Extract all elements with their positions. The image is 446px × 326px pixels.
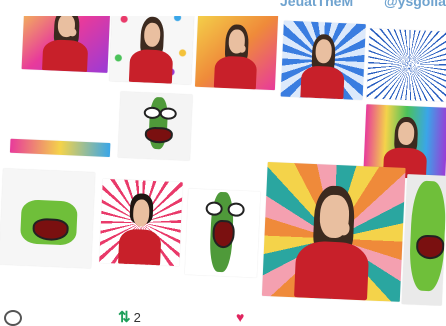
photo-celery-monster[interactable] [0, 168, 96, 269]
reply-icon [4, 310, 22, 326]
photo-boy-cucumber[interactable] [99, 178, 183, 267]
mention-link-2[interactable]: @ysgoliad [384, 0, 446, 9]
girl-figure [289, 179, 377, 301]
photo-girl-blue-rays[interactable] [280, 20, 366, 101]
retweet-count: 2 [133, 310, 141, 325]
photo-strip-partial[interactable] [9, 138, 111, 158]
tweet-header: JeuatTheM @ysgoliad [0, 0, 446, 16]
photo-screaming-cucumber[interactable] [184, 188, 261, 278]
media-collage[interactable] [0, 0, 446, 320]
photo-burst-lines[interactable] [366, 28, 446, 102]
girl-figure [211, 21, 262, 90]
tweet-actions: ⇅ 2 ♥ [0, 306, 446, 326]
retweet-button[interactable]: ⇅ 2 [118, 310, 141, 325]
reply-button[interactable] [4, 310, 22, 326]
photo-monster-partial[interactable] [401, 174, 446, 306]
mention-link-1[interactable]: JeuatTheM [280, 0, 353, 9]
photo-girl-yellow[interactable] [194, 10, 279, 91]
like-button[interactable]: ♥ [236, 310, 244, 324]
heart-icon: ♥ [236, 309, 245, 325]
photo-angry-cucumber-small[interactable] [117, 91, 193, 161]
boy-figure [115, 190, 166, 266]
photo-girl-sunburst[interactable] [261, 161, 406, 302]
girl-figure [126, 13, 178, 84]
girl-figure [297, 30, 349, 100]
retweet-icon: ⇅ [118, 309, 131, 326]
